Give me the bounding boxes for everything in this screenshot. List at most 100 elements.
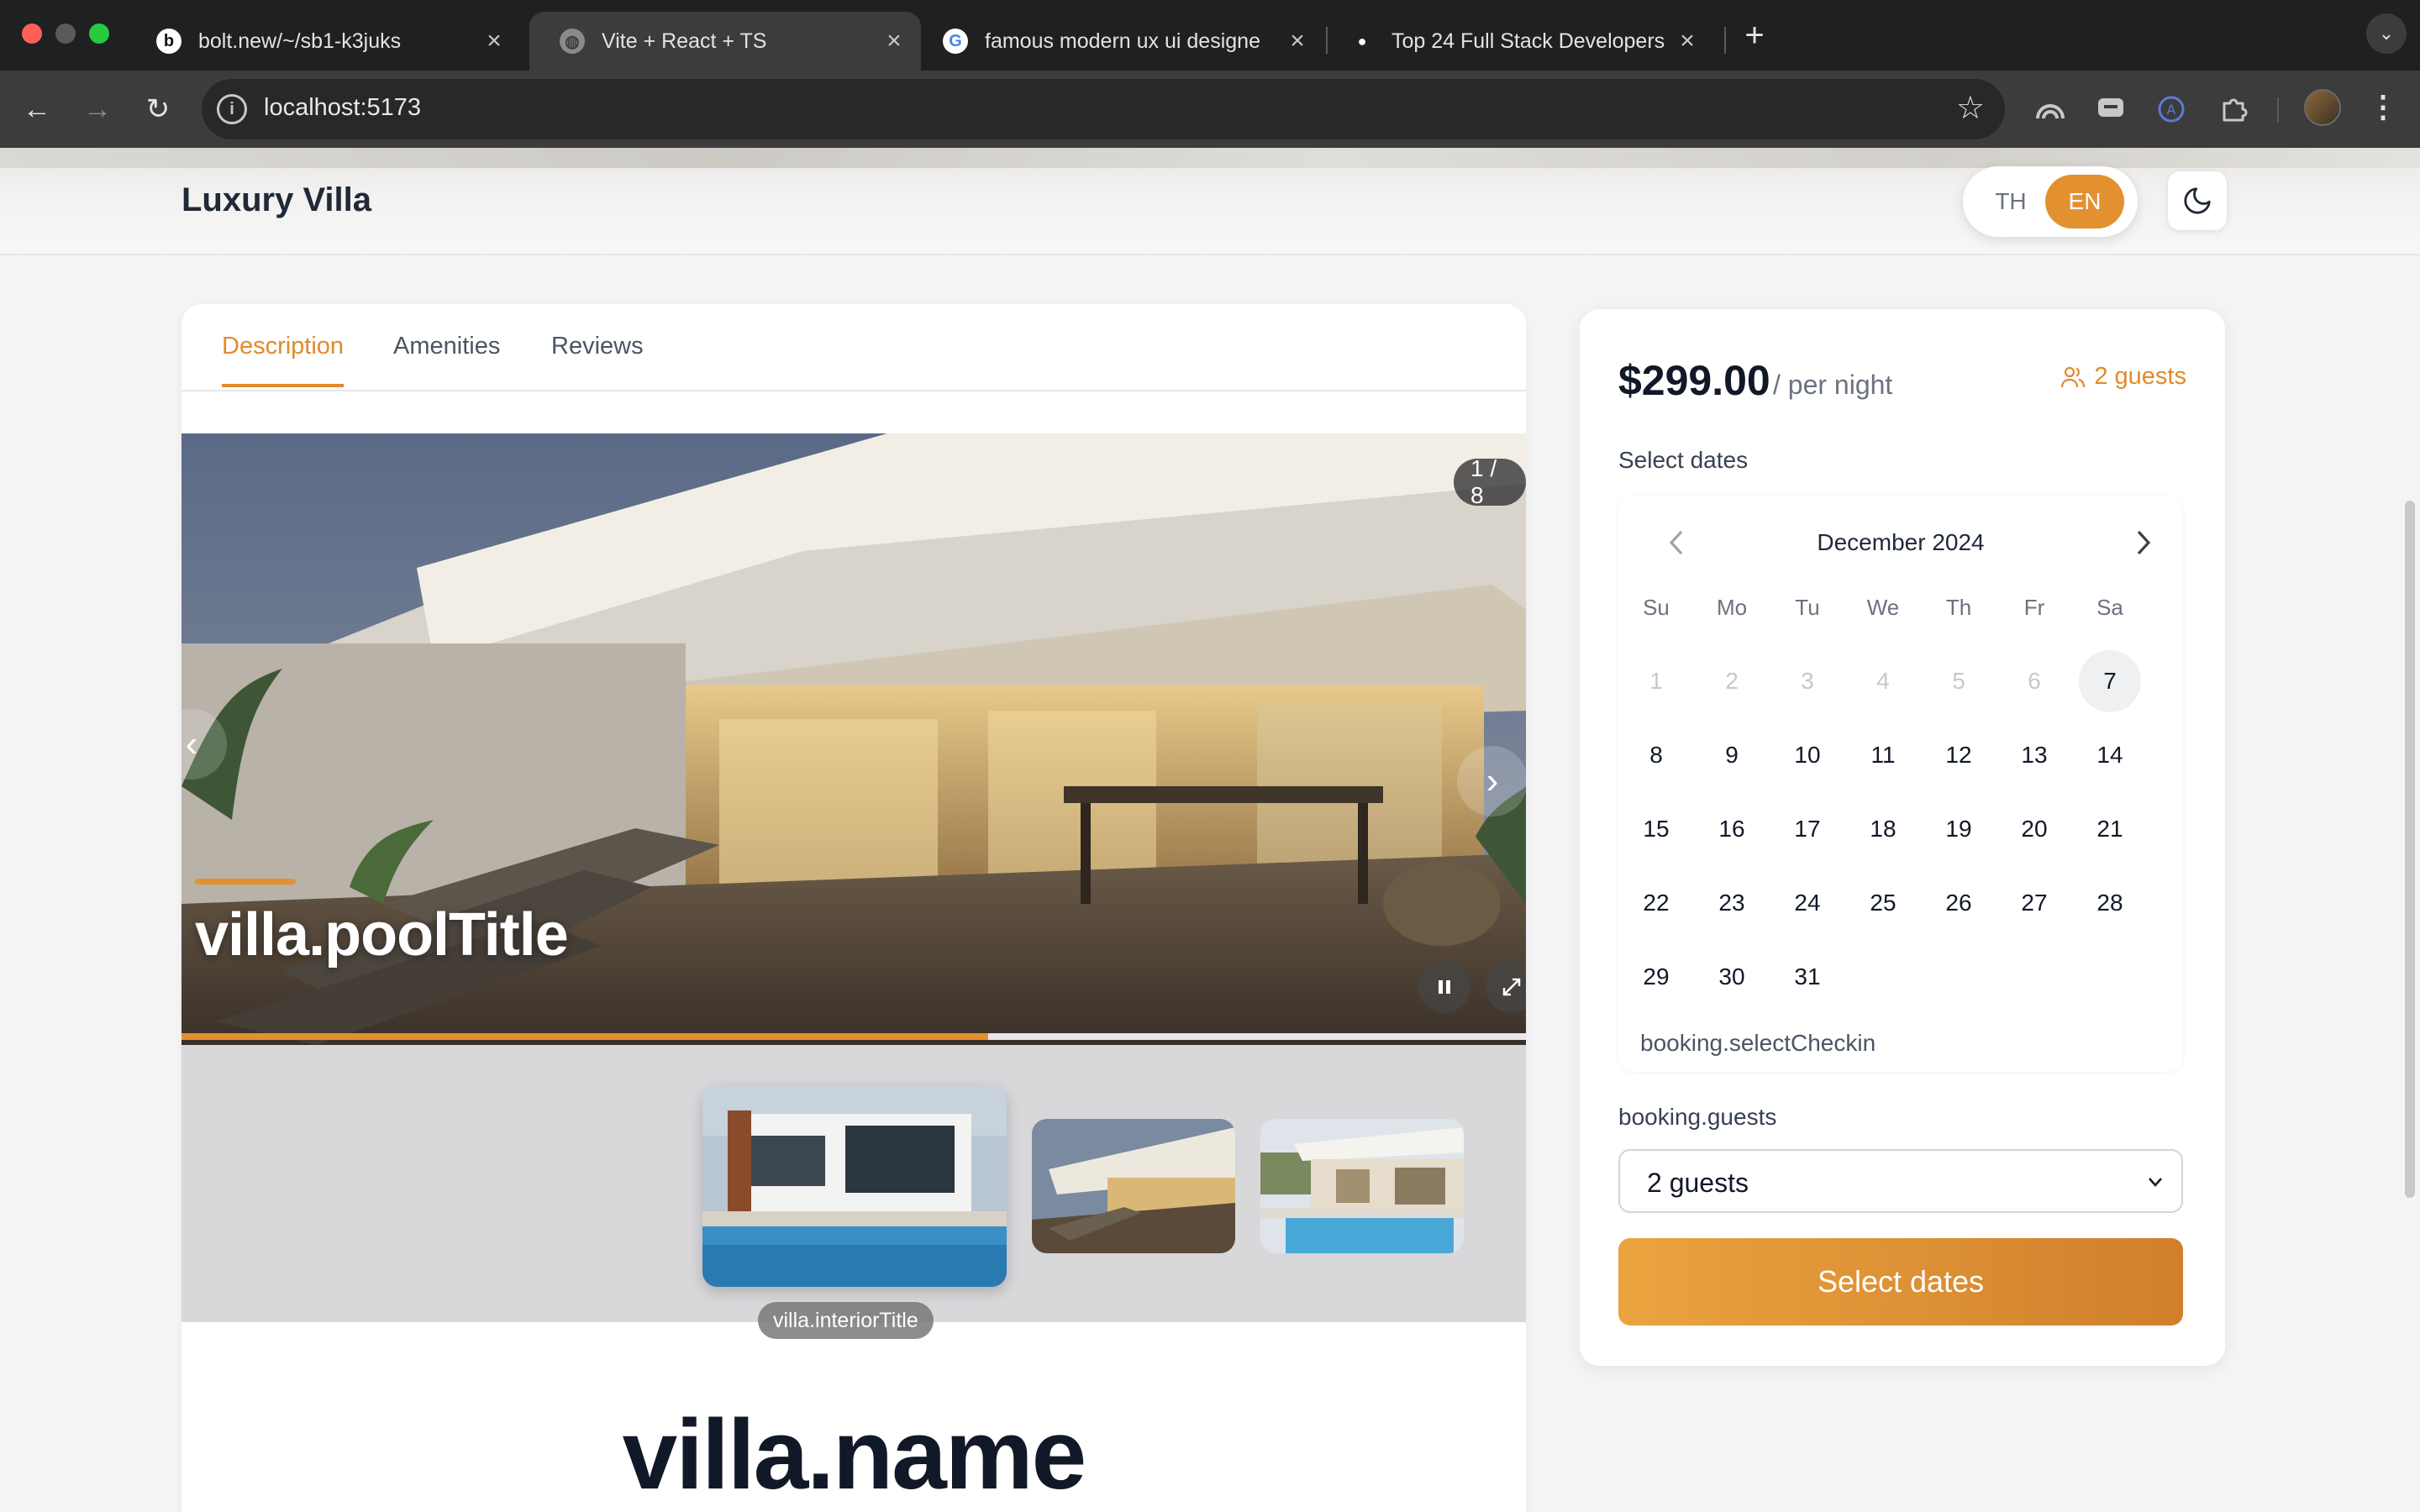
tab-search-chevron-icon[interactable]: ⌄ [2366, 13, 2407, 54]
tab-title: famous modern ux ui designe [985, 29, 1260, 53]
browser-tab-google[interactable]: G famous modern ux ui designe × [913, 12, 1324, 71]
tab-title: Top 24 Full Stack Developers [1392, 29, 1665, 53]
calendar-day-disabled: 5 [1952, 668, 1965, 694]
guests-badge-text: 2 guests [2094, 363, 2186, 390]
page-scrollbar[interactable] [2405, 501, 2415, 1198]
calendar-day[interactable]: 24 [1776, 872, 1839, 934]
maximize-window-button[interactable] [89, 24, 109, 44]
thumbnail-pool-house[interactable] [1260, 1119, 1464, 1253]
thumbnail-caption: villa.interiorTitle [758, 1302, 934, 1339]
browser-tab-developers[interactable]: ● Top 24 Full Stack Developers × [1319, 12, 1714, 71]
back-arrow-icon[interactable]: ← [15, 87, 59, 131]
bookmark-star-icon[interactable]: ☆ [1956, 89, 1985, 127]
image-carousel[interactable]: 1 / 8 ‹ › villa.poolTitle [182, 433, 1526, 1045]
slide-title: villa.poolTitle [195, 901, 569, 969]
toolbar-separator [2277, 97, 2279, 123]
arc-icon-svg [2036, 104, 2065, 119]
calendar-day[interactable]: 26 [1928, 872, 1990, 934]
close-window-button[interactable] [22, 24, 42, 44]
a-icon-svg: A [2158, 96, 2185, 123]
calendar-day[interactable]: 25 [1852, 872, 1914, 934]
calendar-day[interactable]: 10 [1776, 724, 1839, 786]
calendar-day[interactable]: 23 [1701, 872, 1763, 934]
calendar-day[interactable]: 21 [2079, 798, 2141, 860]
calendar-day[interactable]: 16 [1701, 798, 1763, 860]
select-dates-button[interactable]: Select dates [1618, 1238, 2183, 1326]
weekday-header: We [1866, 595, 1900, 620]
browser-tab-bolt[interactable]: b bolt.new/~/sb1-k3juks × [126, 12, 521, 71]
slide-progress-fill [182, 1033, 988, 1040]
lang-option-th[interactable]: TH [1971, 175, 2050, 228]
moon-icon [2184, 187, 2211, 214]
tab-description[interactable]: Description [222, 333, 345, 387]
calendar-day[interactable]: 9 [1701, 724, 1763, 786]
minimize-window-button[interactable] [55, 24, 76, 44]
close-tab-icon[interactable]: × [1672, 27, 1702, 55]
date-picker: December 2024 booking.selectCheckin Su Mo… [1618, 496, 2183, 1072]
calendar-day[interactable]: 31 [1776, 946, 1839, 1008]
thumbnail-pool-villa[interactable] [702, 1085, 1007, 1287]
forward-arrow-icon[interactable]: → [76, 87, 119, 131]
booking-card: $299.00 / per night 2 guests Select date… [1580, 309, 2225, 1366]
url-text: localhost:5173 [264, 94, 422, 121]
calendar-day[interactable]: 29 [1625, 946, 1687, 1008]
extensions-puzzle-icon[interactable] [2217, 92, 2250, 126]
guests-select[interactable]: 2 guests [1618, 1149, 2183, 1213]
close-tab-icon[interactable]: × [1282, 27, 1313, 55]
reload-icon[interactable]: ↻ [136, 87, 180, 131]
calendar-day[interactable]: 17 [1776, 798, 1839, 860]
close-tab-icon[interactable]: × [479, 27, 509, 55]
tab-reviews[interactable]: Reviews [551, 333, 644, 384]
calendar-day[interactable]: 7 [2079, 650, 2141, 712]
pause-button[interactable] [1418, 961, 1470, 1013]
site-header: Luxury Villa TH EN [0, 148, 2420, 255]
next-month-button[interactable] [2118, 517, 2168, 568]
google-favicon-icon: G [943, 29, 968, 54]
calendar-day[interactable]: 13 [2003, 724, 2065, 786]
slide-progress-bar [182, 1033, 1526, 1040]
users-icon [2061, 366, 2086, 387]
calendar-day-disabled: 6 [2028, 668, 2041, 694]
calendar-day[interactable]: 8 [1625, 724, 1687, 786]
content-tabs: Description Amenities Reviews [182, 304, 1526, 391]
calendar-day[interactable]: 28 [2079, 872, 2141, 934]
calendar-day[interactable]: 27 [2003, 872, 2065, 934]
calendar-day-disabled: 3 [1801, 668, 1814, 694]
calendar-day[interactable]: 20 [2003, 798, 2065, 860]
puzzle-icon-svg [2223, 98, 2248, 122]
next-slide-button[interactable]: › [1457, 746, 1526, 816]
calendar-day[interactable]: 12 [1928, 724, 1990, 786]
new-tab-icon[interactable]: + [1738, 17, 1771, 54]
extension-arc-icon[interactable] [2033, 92, 2067, 126]
calendar-day[interactable]: 14 [2079, 724, 2141, 786]
thumbnail-patio[interactable] [1032, 1119, 1235, 1253]
calendar-day[interactable]: 18 [1852, 798, 1914, 860]
calendar-day[interactable]: 19 [1928, 798, 1990, 860]
browser-tab-vite[interactable]: ◍ Vite + React + TS × [529, 12, 921, 71]
per-night-label: / per night [1773, 370, 1893, 400]
bolt-favicon-icon: b [156, 29, 182, 54]
chevron-down-icon [2149, 1178, 2162, 1187]
weekday-header: Su [1643, 595, 1670, 620]
dark-mode-toggle[interactable] [2168, 171, 2227, 230]
tab-amenities[interactable]: Amenities [393, 333, 500, 384]
chat-icon-svg [2098, 98, 2123, 117]
calendar-day[interactable]: 15 [1625, 798, 1687, 860]
weekday-header: Tu [1795, 595, 1820, 620]
calendar-day[interactable]: 11 [1852, 724, 1914, 786]
extension-a-icon[interactable]: A [2154, 92, 2188, 126]
calendar-day[interactable]: 30 [1701, 946, 1763, 1008]
language-toggle[interactable]: TH EN [1963, 166, 2138, 237]
address-bar[interactable]: i localhost:5173 ☆ [202, 79, 2005, 139]
browser-tab-strip: b bolt.new/~/sb1-k3juks × ◍ Vite + React… [0, 0, 2420, 71]
extension-chat-icon[interactable] [2094, 92, 2128, 126]
pause-icon [1439, 980, 1450, 994]
calendar-day[interactable]: 22 [1625, 872, 1687, 934]
chevron-right-icon [2137, 530, 2151, 555]
profile-avatar[interactable] [2304, 89, 2341, 126]
site-info-icon[interactable]: i [217, 94, 247, 124]
lang-option-en[interactable]: EN [2045, 175, 2124, 228]
kebab-menu-icon[interactable]: ⋮ [2368, 89, 2398, 124]
close-tab-icon[interactable]: × [879, 27, 909, 55]
thumbnail-strip: villa.interiorTitle [182, 1045, 1526, 1339]
